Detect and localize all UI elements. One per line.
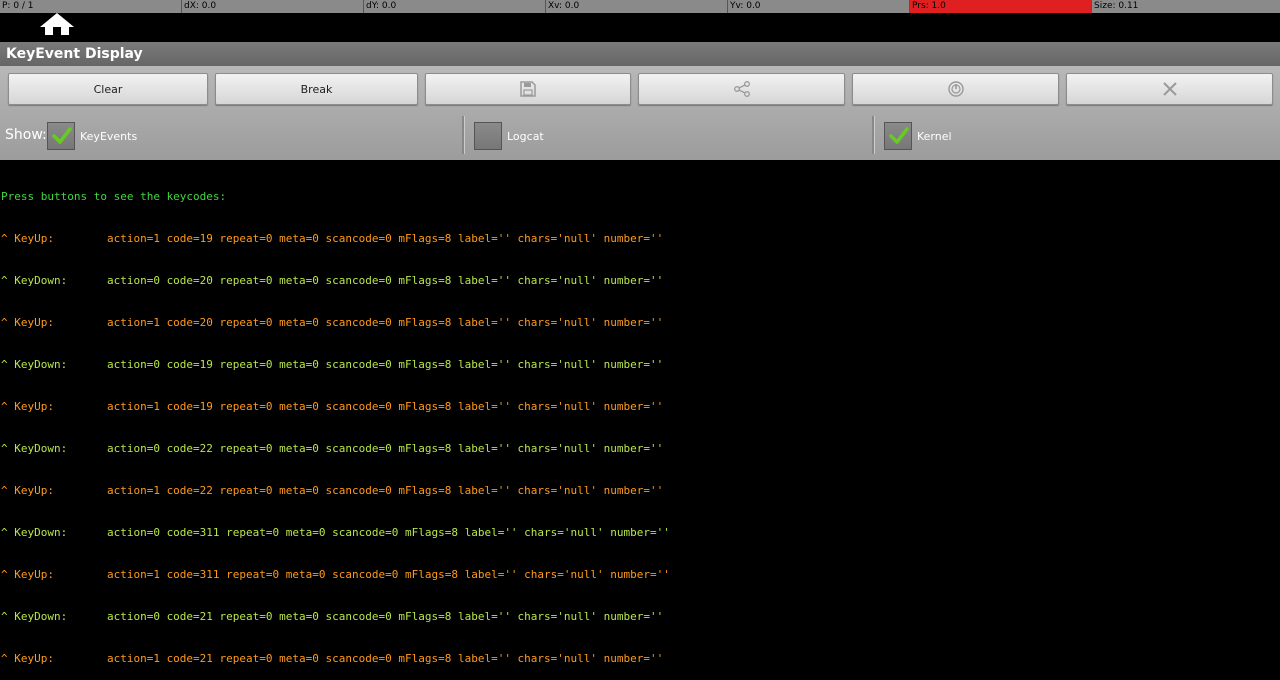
break-button[interactable]: Break	[215, 73, 418, 105]
log-header: Press buttons to see the keycodes:	[1, 190, 227, 203]
log-line: ^ KeyUp: action=1 code=20 repeat=0 meta=…	[1, 316, 664, 329]
keycode-log: Press buttons to see the keycodes: ^ Key…	[0, 160, 1280, 665]
pointer-count: P: 0 / 1	[0, 0, 182, 13]
log-line: ^ KeyUp: action=1 code=19 repeat=0 meta=…	[1, 232, 664, 245]
keyevents-checkbox[interactable]	[47, 122, 75, 150]
pointer-dy: dY: 0.0	[364, 0, 546, 13]
pointer-location-bar: P: 0 / 1 dX: 0.0 dY: 0.0 Xv: 0.0 Yv: 0.0…	[0, 0, 1280, 13]
close-icon	[1162, 81, 1178, 97]
log-line: ^ KeyDown: action=0 code=21 repeat=0 met…	[1, 610, 664, 623]
pointer-size: Size: 0.11	[1094, 1, 1139, 11]
kernel-label: Kernel	[917, 130, 952, 143]
log-line: ^ KeyUp: action=1 code=22 repeat=0 meta=…	[1, 484, 664, 497]
check-icon	[889, 127, 909, 144]
controls-panel: Clear Break Show: KeyEvents Logcat Kerne…	[0, 66, 1280, 160]
keyevents-label: KeyEvents	[80, 130, 138, 143]
log-line: ^ KeyUp: action=1 code=21 repeat=0 meta=…	[1, 652, 664, 665]
kernel-checkbox[interactable]	[884, 122, 912, 150]
save-icon	[520, 81, 536, 97]
pointer-dx: dX: 0.0	[182, 0, 364, 13]
log-line: ^ KeyDown: action=0 code=19 repeat=0 met…	[1, 358, 664, 371]
divider	[462, 116, 465, 154]
logcat-checkbox[interactable]	[474, 122, 502, 150]
logcat-label: Logcat	[507, 130, 544, 143]
pointer-pressure: Prs: 1.0	[910, 0, 1092, 13]
show-filter-row: Show: KeyEvents Logcat Kernel	[0, 116, 1280, 158]
home-icon[interactable]	[38, 13, 76, 35]
pointer-yv: Yv: 0.0	[728, 0, 910, 13]
check-icon	[52, 127, 72, 144]
save-button[interactable]	[425, 73, 631, 105]
share-button[interactable]	[638, 73, 845, 105]
log-line: ^ KeyUp: action=1 code=311 repeat=0 meta…	[1, 568, 670, 581]
clear-button[interactable]: Clear	[8, 73, 208, 105]
share-icon	[733, 81, 751, 97]
divider	[872, 116, 875, 154]
power-icon	[947, 80, 965, 98]
log-line: ^ KeyDown: action=0 code=22 repeat=0 met…	[1, 442, 664, 455]
log-line: ^ KeyUp: action=1 code=19 repeat=0 meta=…	[1, 400, 664, 413]
close-button[interactable]	[1066, 73, 1273, 105]
pointer-xv: Xv: 0.0	[546, 0, 728, 13]
show-label: Show:	[5, 127, 47, 143]
app-title: KeyEvent Display	[0, 42, 1280, 66]
log-line: ^ KeyDown: action=0 code=311 repeat=0 me…	[1, 526, 670, 539]
power-button[interactable]	[852, 73, 1059, 105]
status-area	[0, 13, 1280, 42]
log-line: ^ KeyDown: action=0 code=20 repeat=0 met…	[1, 274, 664, 287]
